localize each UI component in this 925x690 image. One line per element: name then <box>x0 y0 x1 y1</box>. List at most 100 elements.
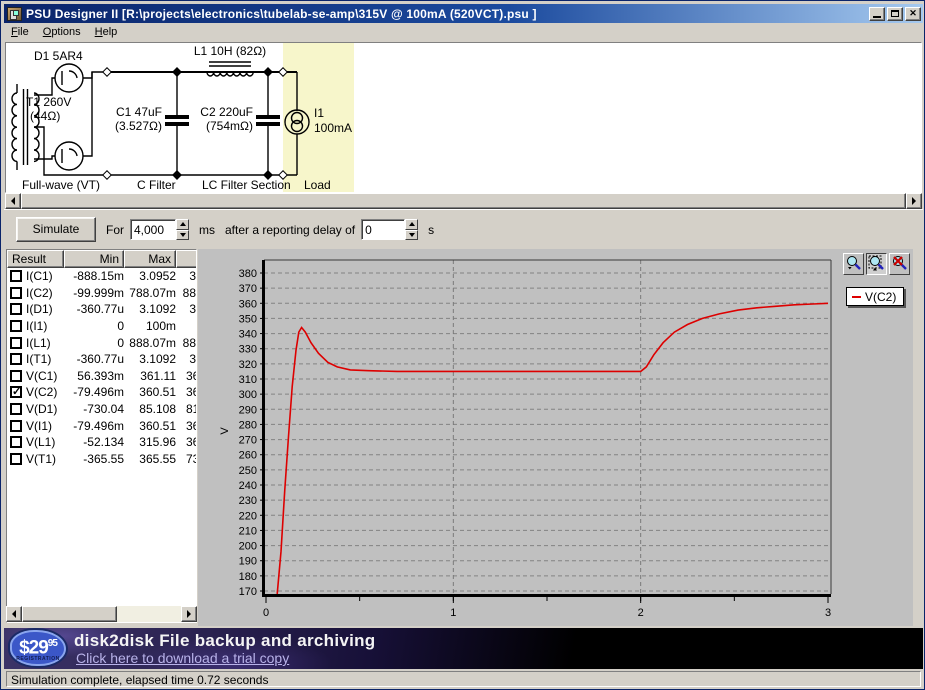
table-row: ✓V(C2)-79.496m360.51360 <box>7 384 196 401</box>
close-button[interactable]: ✕ <box>905 7 921 21</box>
svg-text:290: 290 <box>239 404 257 416</box>
header-min[interactable]: Min <box>64 250 124 268</box>
menu-file[interactable]: File <box>4 24 36 40</box>
table-row: I(L1)0888.07m888. <box>7 334 196 351</box>
ad-headline: disk2disk File backup and archiving <box>74 631 375 651</box>
table-row: I(I1)0100m1 <box>7 318 196 335</box>
header-result[interactable]: Result <box>7 250 64 268</box>
result-min: -79.496m <box>64 419 124 433</box>
result-extra: 888. <box>176 286 197 300</box>
results-hscrollbar[interactable] <box>6 606 197 622</box>
duration-up-button[interactable] <box>176 219 189 230</box>
result-checkbox-I(L1)[interactable] <box>10 337 22 349</box>
vc2-chart[interactable]: 1701801902002102202302402502602702802903… <box>198 249 913 626</box>
table-row: V(I1)-79.496m360.51360 <box>7 417 196 434</box>
arrow-down-icon <box>180 233 186 237</box>
scroll-left-button[interactable] <box>5 193 21 209</box>
header-extra[interactable] <box>176 250 197 268</box>
result-checkbox-V(C1)[interactable] <box>10 370 22 382</box>
svg-text:220: 220 <box>239 510 257 522</box>
result-min: 56.393m <box>64 369 124 383</box>
result-checkbox-I(I1)[interactable] <box>10 320 22 332</box>
delay-label: after a reporting delay of <box>225 223 355 237</box>
label-l1: L1 10H (82Ω) <box>194 44 266 58</box>
scroll-right-button[interactable] <box>906 193 922 209</box>
schematic-panel[interactable]: D1 5AR4 T1 260V (44Ω) C1 47uF (3.527Ω) L… <box>5 42 922 193</box>
arrow-left-icon <box>11 197 15 205</box>
result-checkbox-V(T1)[interactable] <box>10 453 22 465</box>
results-header: Result Min Max <box>7 250 196 268</box>
label-i1-value: 100mA <box>314 121 352 135</box>
result-extra: 3.1 <box>176 302 197 316</box>
label-t1: T1 260V <box>26 95 71 109</box>
schematic-hscrollbar[interactable] <box>5 193 922 209</box>
psu-designer-window: { "window": { "title": "PSU Designer II … <box>0 0 925 690</box>
svg-text:340: 340 <box>239 329 257 341</box>
duration-input[interactable] <box>130 219 176 240</box>
result-name: I(D1) <box>26 302 53 316</box>
header-max[interactable]: Max <box>124 250 176 268</box>
result-max: 788.07m <box>124 286 176 300</box>
table-row: I(T1)-360.77u3.10923.1 <box>7 351 196 368</box>
svg-text:250: 250 <box>239 465 257 477</box>
svg-text:230: 230 <box>239 495 257 507</box>
minimize-button[interactable] <box>869 7 885 21</box>
result-checkbox-V(L1)[interactable] <box>10 436 22 448</box>
result-extra: 888. <box>176 336 197 350</box>
title-bar[interactable]: PSU Designer II [R:\projects\electronics… <box>4 4 923 23</box>
delay-down-button[interactable] <box>405 230 418 241</box>
result-checkbox-V(C2)[interactable]: ✓ <box>10 386 22 398</box>
simulate-button[interactable]: Simulate <box>16 217 96 242</box>
svg-text:180: 180 <box>239 571 257 583</box>
zoom-out-icon <box>845 255 862 273</box>
delay-input[interactable] <box>361 219 405 240</box>
section-cfilter: C Filter <box>137 178 176 192</box>
chart-panel: 1701801902002102202302402502602702802903… <box>198 249 913 626</box>
result-min: -365.55 <box>64 452 124 466</box>
svg-text:260: 260 <box>239 450 257 462</box>
result-max: 888.07m <box>124 336 176 350</box>
result-checkbox-V(I1)[interactable] <box>10 420 22 432</box>
label-c2-ohms: (754mΩ) <box>206 119 253 133</box>
svg-text:210: 210 <box>239 525 257 537</box>
zoom-cancel-button[interactable] <box>889 253 910 275</box>
ad-download-link[interactable]: Click here to download a trial copy <box>76 650 289 666</box>
result-checkbox-I(D1)[interactable] <box>10 303 22 315</box>
table-row: V(D1)-730.0485.108815 <box>7 401 196 418</box>
zoom-out-button[interactable] <box>843 253 864 275</box>
result-name: V(L1) <box>26 435 55 449</box>
chart-legend: V(C2) <box>846 287 904 306</box>
scroll-thumb[interactable] <box>21 193 906 209</box>
svg-text:V: V <box>219 427 231 435</box>
svg-text:280: 280 <box>239 419 257 431</box>
result-min: -360.77u <box>64 302 124 316</box>
table-row: V(C1)56.393m361.11361 <box>7 368 196 385</box>
result-min: -79.496m <box>64 385 124 399</box>
zoom-full-button[interactable] <box>866 253 887 275</box>
duration-down-button[interactable] <box>176 230 189 241</box>
result-checkbox-V(D1)[interactable] <box>10 403 22 415</box>
for-label: For <box>106 223 124 237</box>
result-name: I(T1) <box>26 352 51 366</box>
maximize-button[interactable] <box>887 7 903 21</box>
price-badge: $2995 REGISTRATION <box>10 630 66 666</box>
scroll-right-button[interactable] <box>181 606 197 622</box>
menu-help[interactable]: Help <box>88 24 125 40</box>
zoom-full-icon <box>868 255 885 273</box>
result-checkbox-I(T1)[interactable] <box>10 353 22 365</box>
svg-text:3: 3 <box>825 607 831 619</box>
result-max: 85.108 <box>124 402 176 416</box>
result-extra: 1 <box>176 319 197 333</box>
svg-text:0: 0 <box>263 607 269 619</box>
arrow-up-icon <box>409 222 415 226</box>
result-checkbox-I(C1)[interactable] <box>10 270 22 282</box>
scroll-track[interactable] <box>117 606 181 622</box>
ad-banner[interactable]: $2995 REGISTRATION disk2disk File backup… <box>4 628 923 669</box>
delay-up-button[interactable] <box>405 219 418 230</box>
status-bar: Simulation complete, elapsed time 0.72 s… <box>4 670 923 688</box>
svg-text:170: 170 <box>239 586 257 598</box>
scroll-left-button[interactable] <box>6 606 22 622</box>
scroll-thumb[interactable] <box>22 606 117 622</box>
result-checkbox-I(C2)[interactable] <box>10 287 22 299</box>
menu-options[interactable]: Options <box>36 24 88 40</box>
